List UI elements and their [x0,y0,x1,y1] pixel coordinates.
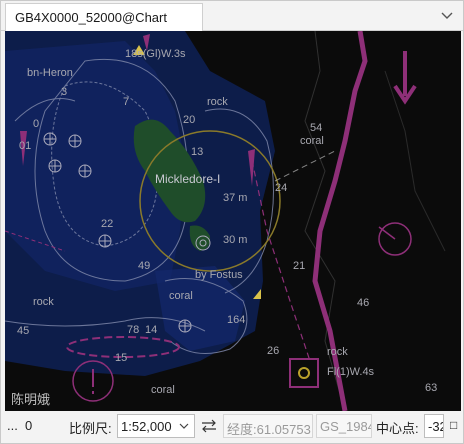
center-label: 中心点: [376,421,419,436]
chart-label-by-fostus: by Fostus [195,269,243,281]
overflow-glyph: □ [450,418,458,432]
sounding: 01 [19,140,31,152]
sounding: 22 [101,218,113,230]
tab-label: GB4X0000_52000@Chart [15,10,167,25]
traffic-arrow [393,51,417,105]
status-bar: ... 0 比例尺: 1:52,000 经度:61.05753 GS_1984 … [1,411,463,443]
status-ellipsis: ... [7,418,18,433]
datum-value: GS_1984 [320,419,372,434]
swap-arrows-icon[interactable] [201,419,217,436]
sounding: 15 [115,352,127,364]
chart-window: GB4X0000_52000@Chart bn-Heron Mickledore… [0,0,464,444]
sounding: 20 [183,114,195,126]
chart-label-rock-1: rock [207,96,228,108]
scale-select[interactable]: 1:52,000 [117,414,195,438]
sounding: 63 [425,382,437,394]
boundary-dashed [274,150,336,182]
longitude-field[interactable]: 经度:61.05753 [223,414,313,438]
chart-label-coral-1: coral [300,135,324,147]
chart-label-light-bottom: Fl(1)W.4s [327,366,375,378]
watermark-text: 陈明娥 [11,392,51,407]
sounding: 14 [145,324,157,336]
chart-label-coral-2: coral [169,290,193,302]
center-field[interactable]: -32 [424,414,444,438]
chart-label-rock-2: rock [33,296,54,308]
datum-field[interactable]: GS_1984 [316,414,372,438]
tab-bar: GB4X0000_52000@Chart [1,1,463,31]
scale-value: 1:52,000 [121,419,172,434]
sounding: 78 [127,324,139,336]
chart-label-rock-3: rock [327,346,348,358]
sounding: 45 [17,325,29,337]
sounding: 7 [123,96,129,108]
sounding: 3 [61,86,67,98]
tab-chart[interactable]: GB4X0000_52000@Chart [5,3,203,31]
light-beacon [289,358,319,388]
sounding: 164 [227,314,245,326]
chart-label-depth-37: 37 m [223,192,247,204]
sounding: 49 [138,260,150,272]
chart-label-light-top: 18s(Gl)W.3s [125,48,186,60]
sounding: 21 [293,260,305,272]
scale-label: 比例尺: [69,421,112,436]
chevron-down-icon[interactable] [178,420,190,435]
chart-label-mickledore: Mickledore-I [155,172,220,186]
status-left-value: 0 [25,418,33,433]
sounding: 54 [310,122,322,134]
chart-label-bn-heron: bn-Heron [27,67,73,79]
sounding: 26 [267,345,279,357]
chart-label-depth-30: 30 m [223,234,247,246]
longitude-value: 经度:61.05753 [227,422,311,437]
nautical-chart: bn-Heron Mickledore-I by Fostus 18s(Gl)W… [5,31,446,411]
center-value: -32 [428,419,443,434]
sounding: 46 [357,297,369,309]
chart-canvas[interactable]: bn-Heron Mickledore-I by Fostus 18s(Gl)W… [5,31,461,411]
sounding: 13 [191,146,203,158]
sounding: 24 [275,182,287,194]
sounding: 0 [33,118,39,130]
chart-label-coral-3: coral [151,384,175,396]
chevron-down-icon[interactable] [439,7,455,23]
